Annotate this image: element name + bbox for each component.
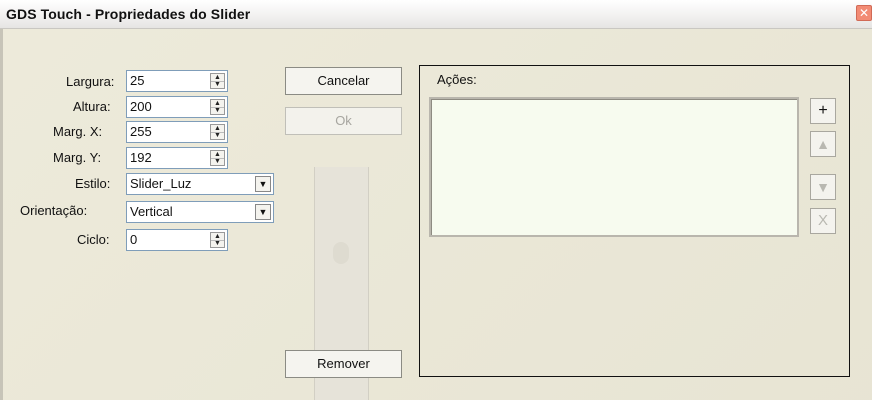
- cancel-button[interactable]: Cancelar: [285, 67, 402, 95]
- spin-down-icon[interactable]: ▼: [211, 158, 224, 165]
- add-action-button[interactable]: +: [810, 98, 836, 124]
- slider-properties-window: GDS Touch - Propriedades do Slider ✕ Lar…: [0, 0, 872, 400]
- close-icon[interactable]: ✕: [856, 5, 872, 21]
- estilo-label: Estilo:: [75, 176, 111, 191]
- move-up-button[interactable]: ▲: [810, 131, 836, 157]
- largura-value: 25: [130, 73, 145, 88]
- actions-list[interactable]: [429, 97, 799, 237]
- marg-x-label: Marg. X:: [53, 124, 103, 139]
- title-bar: GDS Touch - Propriedades do Slider ✕: [0, 0, 872, 29]
- altura-label: Altura:: [73, 99, 111, 114]
- altura-value: 200: [130, 99, 152, 114]
- window-title: GDS Touch - Propriedades do Slider: [6, 6, 251, 22]
- ok-button[interactable]: Ok: [285, 107, 402, 135]
- spin-down-icon[interactable]: ▼: [211, 132, 224, 139]
- orientacao-value: Vertical: [130, 204, 173, 219]
- marg-x-value: 255: [130, 124, 152, 139]
- marg-x-spinner[interactable]: ▲ ▼: [210, 124, 225, 140]
- delete-action-button[interactable]: X: [810, 208, 836, 234]
- ciclo-spinner[interactable]: ▲ ▼: [210, 232, 225, 248]
- left-window-border: [0, 29, 3, 400]
- orientacao-label: Orientação:: [20, 203, 88, 218]
- marg-y-label: Marg. Y:: [53, 150, 102, 165]
- ciclo-label: Ciclo:: [77, 232, 110, 247]
- altura-input[interactable]: 200 ▲ ▼: [126, 96, 228, 118]
- spin-down-icon[interactable]: ▼: [211, 107, 224, 114]
- largura-spinner[interactable]: ▲ ▼: [210, 73, 225, 89]
- largura-label: Largura:: [66, 74, 115, 89]
- marg-y-input[interactable]: 192 ▲ ▼: [126, 147, 228, 169]
- move-down-button[interactable]: ▼: [810, 174, 836, 200]
- estilo-value: Slider_Luz: [130, 176, 192, 191]
- estilo-select[interactable]: Slider_Luz ▼: [126, 173, 274, 195]
- ciclo-input[interactable]: 0 ▲ ▼: [126, 229, 228, 251]
- remove-button[interactable]: Remover: [285, 350, 402, 378]
- orientacao-select[interactable]: Vertical ▼: [126, 201, 274, 223]
- marg-y-spinner[interactable]: ▲ ▼: [210, 150, 225, 166]
- ciclo-value: 0: [130, 232, 138, 247]
- chevron-down-icon[interactable]: ▼: [255, 204, 271, 220]
- marg-y-value: 192: [130, 150, 152, 165]
- actions-label: Ações:: [437, 72, 477, 87]
- chevron-down-icon[interactable]: ▼: [255, 176, 271, 192]
- slider-knob-preview: [333, 242, 349, 264]
- altura-spinner[interactable]: ▲ ▼: [210, 99, 225, 115]
- spin-down-icon[interactable]: ▼: [211, 240, 224, 247]
- largura-input[interactable]: 25 ▲ ▼: [126, 70, 228, 92]
- spin-down-icon[interactable]: ▼: [211, 81, 224, 88]
- marg-x-input[interactable]: 255 ▲ ▼: [126, 121, 228, 143]
